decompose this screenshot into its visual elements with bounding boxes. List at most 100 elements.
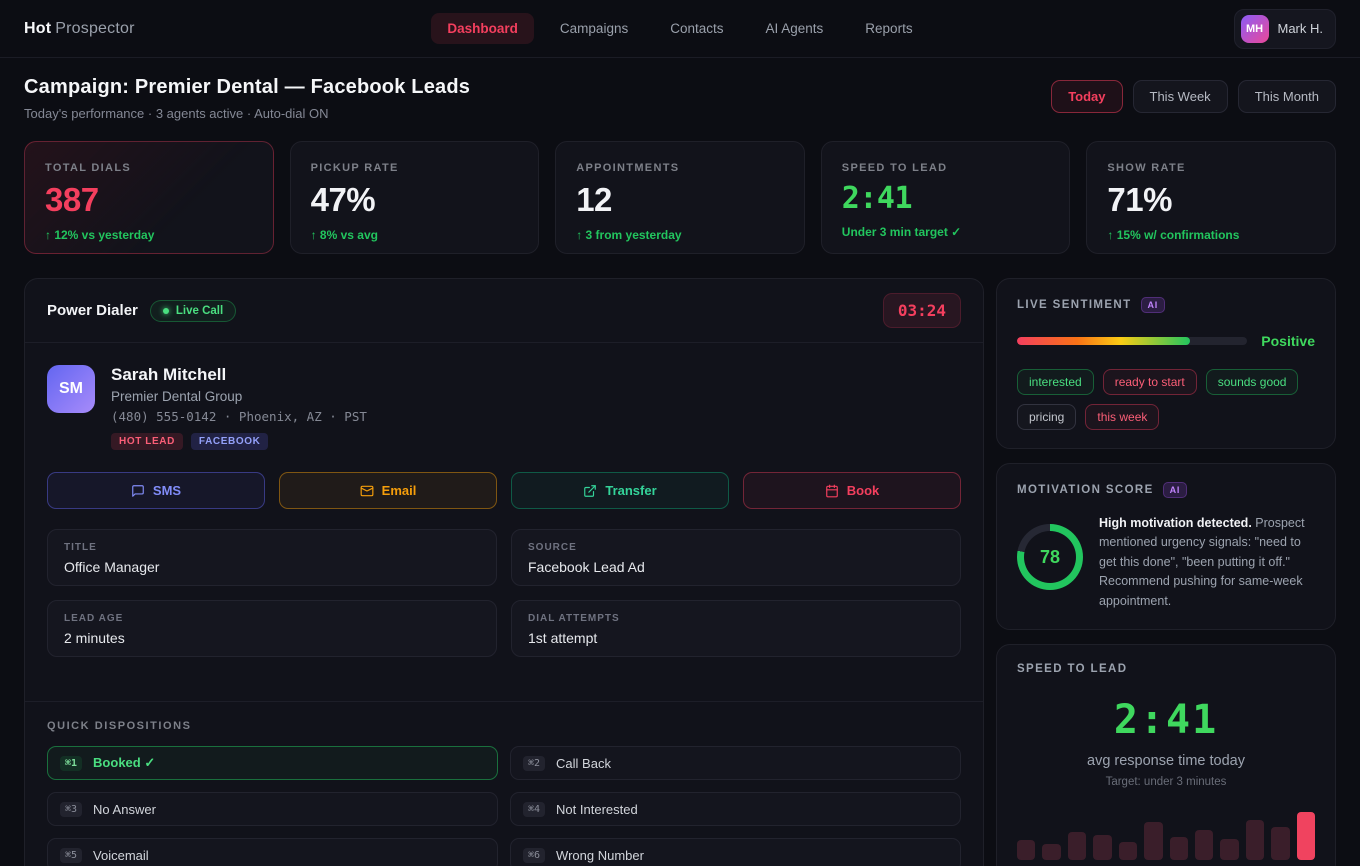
stat-card-pickup-rate: PICKUP RATE 47% ↑ 8% vs avg: [290, 141, 540, 254]
range-today-button[interactable]: Today: [1051, 80, 1122, 113]
range-toggle: Today This Week This Month: [1051, 80, 1336, 113]
stat-label: TOTAL DIALS: [45, 162, 253, 174]
contact-tags: HOT LEAD FACEBOOK: [111, 433, 367, 450]
sentiment-level: Positive: [1261, 333, 1315, 349]
disposition-label: Call Back: [556, 756, 611, 771]
ai-badge: AI: [1141, 297, 1165, 313]
motivation-summary: High motivation detected. Prospect menti…: [1099, 514, 1315, 611]
sms-button[interactable]: SMS: [47, 472, 265, 509]
motivation-title: MOTIVATION SCORE: [1017, 484, 1154, 496]
dialer-body: SM Sarah Mitchell Premier Dental Group (…: [25, 343, 983, 679]
nav-ai-agents[interactable]: AI Agents: [750, 13, 840, 44]
page-header: Campaign: Premier Dental — Facebook Lead…: [24, 76, 1336, 121]
disposition-voicemail[interactable]: ⌘5 Voicemail: [47, 838, 498, 866]
nav-contacts[interactable]: Contacts: [654, 13, 739, 44]
sentiment-title: LIVE SENTIMENT: [1017, 299, 1132, 311]
contact-company: Premier Dental Group: [111, 389, 367, 404]
main-row: Power Dialer Live Call 03:24 SM Sarah Mi…: [24, 278, 1336, 866]
range-week-button[interactable]: This Week: [1133, 80, 1228, 113]
field-value: 2 minutes: [64, 630, 480, 646]
live-sentiment-panel: LIVE SENTIMENT AI Positive interested re…: [996, 278, 1336, 449]
range-month-button[interactable]: This Month: [1238, 80, 1336, 113]
chip-pricing: pricing: [1017, 404, 1076, 430]
stat-value: 387: [45, 181, 253, 219]
ai-badge: AI: [1163, 482, 1187, 498]
disposition-wrong-number[interactable]: ⌘6 Wrong Number: [510, 838, 961, 866]
call-timer: 03:24: [883, 293, 961, 328]
disposition-label: No Answer: [93, 802, 156, 817]
hotkey-badge: ⌘2: [523, 756, 545, 771]
speed-bar: [1017, 840, 1035, 860]
field-value: Office Manager: [64, 559, 480, 575]
top-nav: HotProspector Dashboard Campaigns Contac…: [0, 0, 1360, 58]
field-lead-age: LEAD AGE 2 minutes: [47, 600, 497, 657]
nav-dashboard[interactable]: Dashboard: [431, 13, 534, 44]
stat-label: APPOINTMENTS: [576, 162, 784, 174]
nav-campaigns[interactable]: Campaigns: [544, 13, 644, 44]
email-button[interactable]: Email: [279, 472, 497, 509]
user-avatar: MH: [1241, 15, 1269, 43]
stat-label: SPEED TO LEAD: [842, 162, 1050, 174]
field-title: TITLE Office Manager: [47, 529, 497, 586]
stat-card-appointments: APPOINTMENTS 12 ↑ 3 from yesterday: [555, 141, 805, 254]
disposition-booked[interactable]: ⌘1 Booked ✓: [47, 746, 498, 780]
right-sidebar: LIVE SENTIMENT AI Positive interested re…: [996, 278, 1336, 866]
user-name: Mark H.: [1278, 21, 1324, 36]
stat-value: 47%: [311, 181, 519, 219]
disposition-label: Voicemail: [93, 848, 149, 863]
contact-phone: (480) 555-0142 · Phoenix, AZ · PST: [111, 409, 367, 424]
book-label: Book: [847, 483, 880, 498]
disposition-label: Booked ✓: [93, 755, 155, 771]
live-call-label: Live Call: [176, 305, 223, 317]
field-label: TITLE: [64, 542, 480, 553]
speed-bar: [1144, 822, 1162, 860]
page-content: Campaign: Premier Dental — Facebook Lead…: [0, 58, 1360, 866]
live-call-badge: Live Call: [150, 300, 236, 322]
nav-reports[interactable]: Reports: [849, 13, 928, 44]
speed-bar: [1246, 820, 1264, 860]
page-title: Campaign: Premier Dental — Facebook Lead…: [24, 76, 470, 99]
disposition-call-back[interactable]: ⌘2 Call Back: [510, 746, 961, 780]
book-button[interactable]: Book: [743, 472, 961, 509]
motivation-score-panel: MOTIVATION SCORE AI 78 High motivation d…: [996, 463, 1336, 630]
disposition-label: Not Interested: [556, 802, 638, 817]
field-label: DIAL ATTEMPTS: [528, 613, 944, 624]
calendar-icon: [825, 484, 839, 498]
disposition-no-answer[interactable]: ⌘3 No Answer: [47, 792, 498, 826]
contact-avatar: SM: [47, 365, 95, 413]
sentiment-fill: [1017, 337, 1190, 345]
page-subtitle: Today's performance · 3 agents active · …: [24, 106, 470, 121]
brand-logo: HotProspector: [24, 20, 431, 38]
speed-bar: [1195, 830, 1213, 860]
speed-title: SPEED TO LEAD: [1017, 663, 1127, 675]
dialer-title: Power Dialer: [47, 302, 138, 319]
quick-dispositions-section: QUICK DISPOSITIONS ⌘1 Booked ✓ ⌘2 Call B…: [25, 701, 983, 866]
field-source: SOURCE Facebook Lead Ad: [511, 529, 961, 586]
disposition-not-interested[interactable]: ⌘4 Not Interested: [510, 792, 961, 826]
stat-card-speed-to-lead: SPEED TO LEAD 2:41 Under 3 min target ✓: [821, 141, 1071, 254]
dispositions-heading: QUICK DISPOSITIONS: [47, 720, 961, 732]
stat-delta: Under 3 min target ✓: [842, 225, 1050, 239]
speed-bar: [1220, 839, 1238, 860]
lead-fields: TITLE Office Manager SOURCE Facebook Lea…: [47, 529, 961, 657]
transfer-button[interactable]: Transfer: [511, 472, 729, 509]
speed-bar: [1170, 837, 1188, 860]
hot-lead-tag: HOT LEAD: [111, 433, 183, 450]
user-menu[interactable]: MH Mark H.: [1234, 9, 1337, 49]
sentiment-track: [1017, 337, 1247, 345]
sms-label: SMS: [153, 483, 181, 498]
speed-caption: avg response time today: [1017, 753, 1315, 769]
stat-card-total-dials: TOTAL DIALS 387 ↑ 12% vs yesterday: [24, 141, 274, 254]
field-label: SOURCE: [528, 542, 944, 553]
field-label: LEAD AGE: [64, 613, 480, 624]
hotkey-badge: ⌘3: [60, 802, 82, 817]
stat-delta: ↑ 15% w/ confirmations: [1107, 228, 1315, 242]
field-value: Facebook Lead Ad: [528, 559, 944, 575]
field-dial-attempts: DIAL ATTEMPTS 1st attempt: [511, 600, 961, 657]
stat-label: SHOW RATE: [1107, 162, 1315, 174]
chip-interested: interested: [1017, 369, 1094, 395]
stat-card-show-rate: SHOW RATE 71% ↑ 15% w/ confirmations: [1086, 141, 1336, 254]
sentiment-chips: interested ready to start sounds good pr…: [1017, 369, 1315, 430]
stat-value: 71%: [1107, 181, 1315, 219]
email-label: Email: [382, 483, 417, 498]
